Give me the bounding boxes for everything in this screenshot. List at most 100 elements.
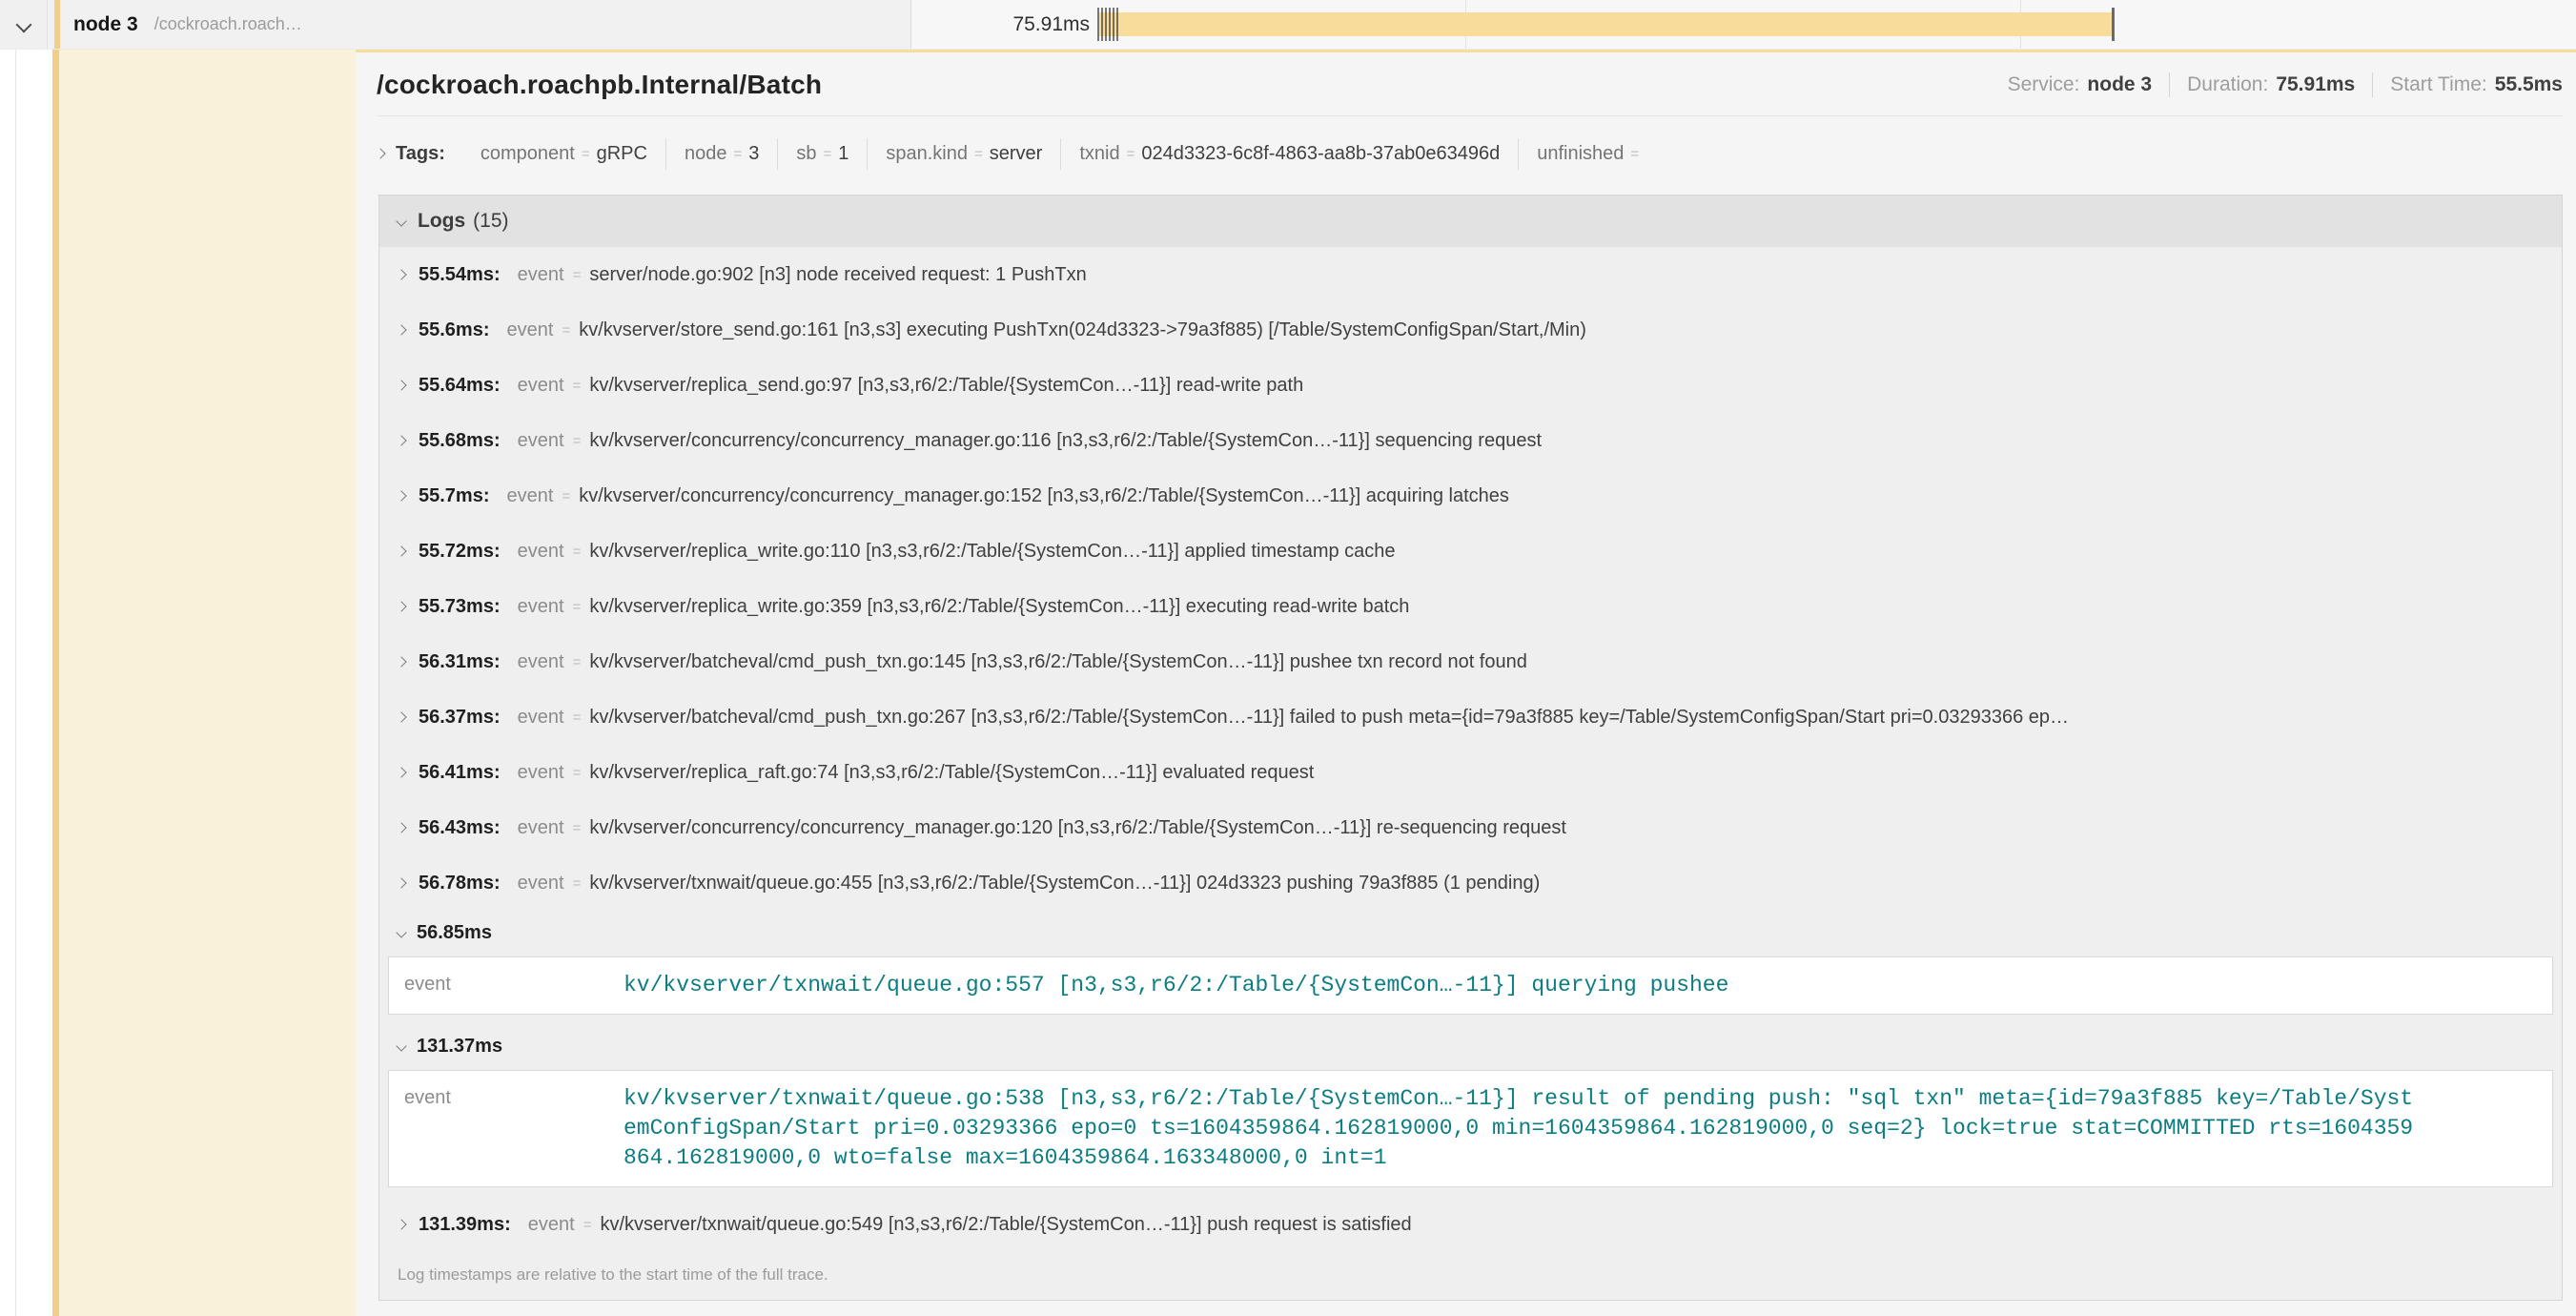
equals-sign: = bbox=[562, 322, 570, 339]
log-field-key: event bbox=[518, 375, 564, 397]
span-timeline-row[interactable]: node 3 /cockroach.roach… 75.91ms bbox=[0, 0, 2576, 50]
start-time-label: Start Time: bbox=[2390, 73, 2487, 96]
log-entry-collapsed[interactable]: 55.54ms: event = server/node.go:902 [n3]… bbox=[379, 247, 2562, 302]
log-message: kv/kvserver/replica_write.go:359 [n3,s3,… bbox=[589, 596, 1409, 618]
chevron-down-icon bbox=[396, 1040, 406, 1051]
log-field-key: event bbox=[404, 971, 624, 996]
span-service-name: node 3 bbox=[73, 13, 138, 36]
log-message: kv/kvserver/store_send.go:161 [n3,s3] ex… bbox=[579, 319, 1586, 341]
equals-sign: = bbox=[573, 709, 582, 726]
logs-accordion-header[interactable]: Logs (15) bbox=[379, 195, 2562, 247]
equals-sign: = bbox=[573, 654, 582, 670]
logs-accordion: Logs (15) 55.54ms: event = server/node.g… bbox=[378, 195, 2563, 1301]
collapse-all-button[interactable] bbox=[0, 0, 48, 49]
log-timestamp: 55.73ms: bbox=[419, 596, 501, 618]
log-entry-expanded: 56.85ms event kv/kvserver/txnwait/queue.… bbox=[379, 911, 2562, 1015]
log-entry-collapsed[interactable]: 55.68ms: event = kv/kvserver/concurrency… bbox=[379, 413, 2562, 468]
equals-sign: = bbox=[573, 378, 582, 394]
tags-accordion-header[interactable]: Tags: component = gRPC node = 3 sb = 1 s… bbox=[377, 132, 2563, 175]
log-entry-collapsed[interactable]: 55.73ms: event = kv/kvserver/replica_wri… bbox=[379, 579, 2562, 634]
tag-item: sb = 1 bbox=[778, 138, 868, 170]
service-value: node 3 bbox=[2087, 73, 2152, 96]
logs-count: (15) bbox=[473, 210, 508, 233]
span-name-cell[interactable]: node 3 /cockroach.roach… bbox=[48, 0, 911, 49]
chevron-right-icon bbox=[396, 711, 406, 722]
log-message: kv/kvserver/txnwait/queue.go:455 [n3,s3,… bbox=[589, 873, 1540, 894]
log-entry-collapsed[interactable]: 55.6ms: event = kv/kvserver/store_send.g… bbox=[379, 302, 2562, 358]
log-timestamp: 55.7ms: bbox=[419, 485, 490, 507]
log-entry-collapsed[interactable]: 56.78ms: event = kv/kvserver/txnwait/que… bbox=[379, 855, 2562, 911]
log-marker-tick bbox=[1101, 8, 1103, 41]
chevron-down-icon bbox=[396, 927, 406, 937]
span-operation-name: /cockroach.roach… bbox=[154, 14, 302, 34]
chevron-right-icon bbox=[396, 822, 406, 833]
log-marker-tick bbox=[1113, 8, 1114, 41]
logs-title: Logs bbox=[418, 210, 465, 233]
log-entry-header[interactable]: 56.85ms bbox=[379, 911, 2562, 955]
tag-key: unfinished bbox=[1537, 143, 1624, 165]
log-marker-tick bbox=[1097, 8, 1099, 41]
tag-value: 3 bbox=[748, 143, 759, 165]
log-timestamp: 56.85ms bbox=[417, 922, 492, 944]
tag-list: component = gRPC node = 3 sb = 1 span.ki… bbox=[462, 138, 1664, 170]
span-duration-label: 75.91ms bbox=[911, 0, 1099, 49]
equals-sign: = bbox=[573, 765, 582, 781]
equals-sign: = bbox=[1127, 146, 1135, 162]
equals-sign: = bbox=[562, 488, 570, 504]
span-detail-row: /cockroach.roachpb.Internal/Batch Servic… bbox=[0, 50, 2576, 1316]
chevron-right-icon bbox=[396, 877, 406, 888]
log-entry-collapsed[interactable]: 56.41ms: event = kv/kvserver/replica_raf… bbox=[379, 745, 2562, 800]
chevron-down-icon bbox=[15, 16, 31, 32]
equals-sign: = bbox=[823, 146, 831, 162]
log-field-key: event bbox=[518, 707, 564, 729]
log-field-key: event bbox=[518, 596, 564, 618]
log-marker-tick bbox=[2112, 8, 2115, 41]
log-message: kv/kvserver/replica_raft.go:74 [n3,s3,r6… bbox=[589, 762, 1314, 784]
log-marker-tick bbox=[1105, 8, 1107, 41]
log-timestamp: 131.37ms bbox=[417, 1036, 502, 1058]
equals-sign: = bbox=[573, 599, 582, 615]
log-entry-collapsed[interactable]: 55.64ms: event = kv/kvserver/replica_sen… bbox=[379, 358, 2562, 413]
log-message: server/node.go:902 [n3] node received re… bbox=[589, 264, 1086, 286]
chevron-right-icon bbox=[396, 601, 406, 611]
log-entry-expanded: 131.37ms event kv/kvserver/txnwait/queue… bbox=[379, 1024, 2562, 1187]
equals-sign: = bbox=[583, 1217, 592, 1233]
equals-sign: = bbox=[733, 146, 742, 162]
log-entry-collapsed[interactable]: 55.7ms: event = kv/kvserver/concurrency/… bbox=[379, 468, 2562, 524]
span-timeline-cell[interactable]: 75.91ms bbox=[911, 0, 2576, 49]
log-entry-header[interactable]: 131.37ms bbox=[379, 1024, 2562, 1068]
log-timestamp: 55.64ms: bbox=[419, 375, 501, 397]
log-field-key: event bbox=[507, 485, 554, 507]
divider bbox=[2169, 72, 2170, 97]
log-field-key: event bbox=[518, 873, 564, 894]
tag-value: gRPC bbox=[597, 143, 647, 165]
log-field-key: event bbox=[518, 264, 564, 286]
tag-item: span.kind = server bbox=[868, 138, 1061, 170]
log-entry-collapsed[interactable]: 56.31ms: event = kv/kvserver/batcheval/c… bbox=[379, 634, 2562, 689]
equals-sign: = bbox=[1630, 146, 1639, 162]
log-timestamp: 131.39ms: bbox=[419, 1214, 511, 1236]
log-entry-list: 55.54ms: event = server/node.go:902 [n3]… bbox=[379, 247, 2562, 1252]
equals-sign: = bbox=[573, 433, 582, 449]
span-duration-bar[interactable] bbox=[1099, 12, 2114, 36]
log-entry-collapsed[interactable]: 55.72ms: event = kv/kvserver/replica_wri… bbox=[379, 524, 2562, 579]
log-entry-collapsed[interactable]: 56.37ms: event = kv/kvserver/batcheval/c… bbox=[379, 689, 2562, 745]
equals-sign: = bbox=[573, 544, 582, 560]
tag-item: component = gRPC bbox=[462, 138, 666, 170]
equals-sign: = bbox=[974, 146, 983, 162]
indent-guide-line bbox=[15, 50, 16, 1316]
log-field-key: event bbox=[528, 1214, 575, 1236]
equals-sign: = bbox=[573, 875, 582, 892]
log-message: kv/kvserver/concurrency/concurrency_mana… bbox=[579, 485, 1509, 507]
log-entry-collapsed[interactable]: 131.39ms: event = kv/kvserver/txnwait/qu… bbox=[379, 1197, 2562, 1252]
tag-item: unfinished = bbox=[1519, 138, 1664, 170]
chevron-down-icon bbox=[396, 216, 406, 226]
operation-title: /cockroach.roachpb.Internal/Batch bbox=[377, 70, 822, 100]
tag-key: sb bbox=[796, 143, 816, 165]
chevron-right-icon bbox=[396, 767, 406, 777]
log-timestamp: 56.37ms: bbox=[419, 707, 501, 729]
logs-footer-note: Log timestamps are relative to the start… bbox=[379, 1252, 2562, 1300]
log-keyvalue-table: event kv/kvserver/txnwait/queue.go:557 [… bbox=[388, 956, 2553, 1015]
log-entry-collapsed[interactable]: 56.43ms: event = kv/kvserver/concurrency… bbox=[379, 800, 2562, 855]
log-timestamp: 55.68ms: bbox=[419, 430, 501, 452]
